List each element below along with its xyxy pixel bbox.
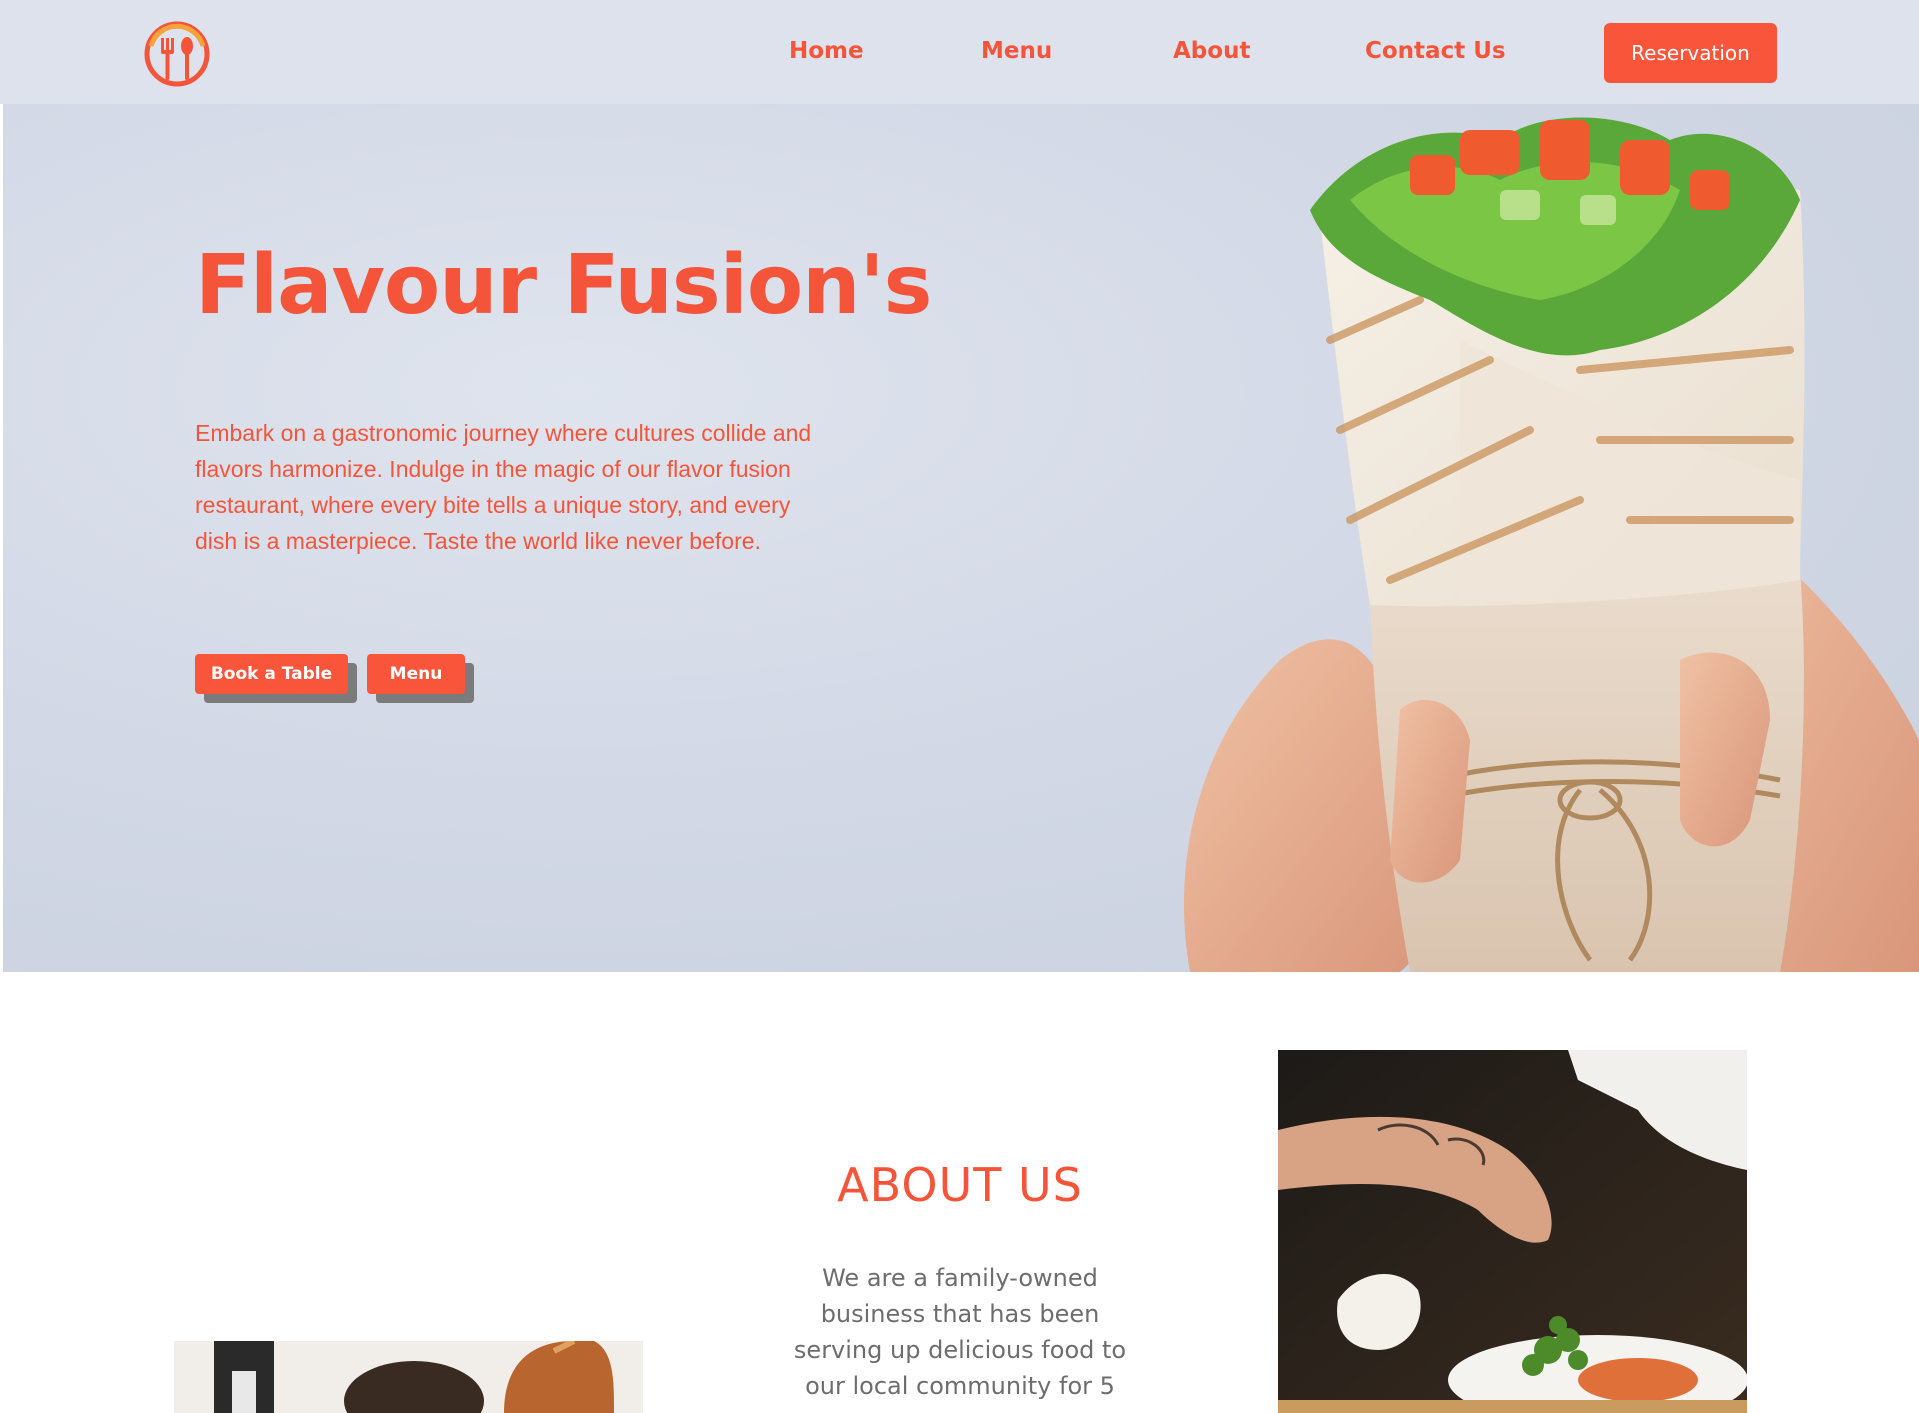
reservation-button[interactable]: Reservation [1604, 23, 1777, 83]
nav-link-home[interactable]: Home [789, 36, 864, 66]
fork-spoon-plate-logo-icon[interactable] [137, 18, 217, 88]
book-a-table-button[interactable]: Book a Table [195, 654, 348, 694]
hero-section: Home Menu About Contact Us Reservation F… [0, 0, 1919, 972]
hero-title: Flavour Fusion's [195, 238, 932, 333]
nav-link-menu[interactable]: Menu [981, 36, 1052, 66]
hero-description: Embark on a gastronomic journey where cu… [195, 420, 812, 554]
hero-menu-button[interactable]: Menu [367, 654, 465, 694]
about-title: ABOUT US [837, 1158, 1083, 1212]
chef-cooking-image [174, 1341, 643, 1413]
about-text: We are a family-owned business that has … [793, 1264, 1127, 1400]
nav-link-contact-us[interactable]: Contact Us [1365, 36, 1506, 66]
navbar: Home Menu About Contact Us Reservation [0, 0, 1919, 104]
chef-plating-image [1278, 1050, 1747, 1413]
hero-wrap-image [1184, 117, 1919, 972]
hero-edge [0, 104, 3, 972]
nav-link-about[interactable]: About [1173, 36, 1250, 66]
